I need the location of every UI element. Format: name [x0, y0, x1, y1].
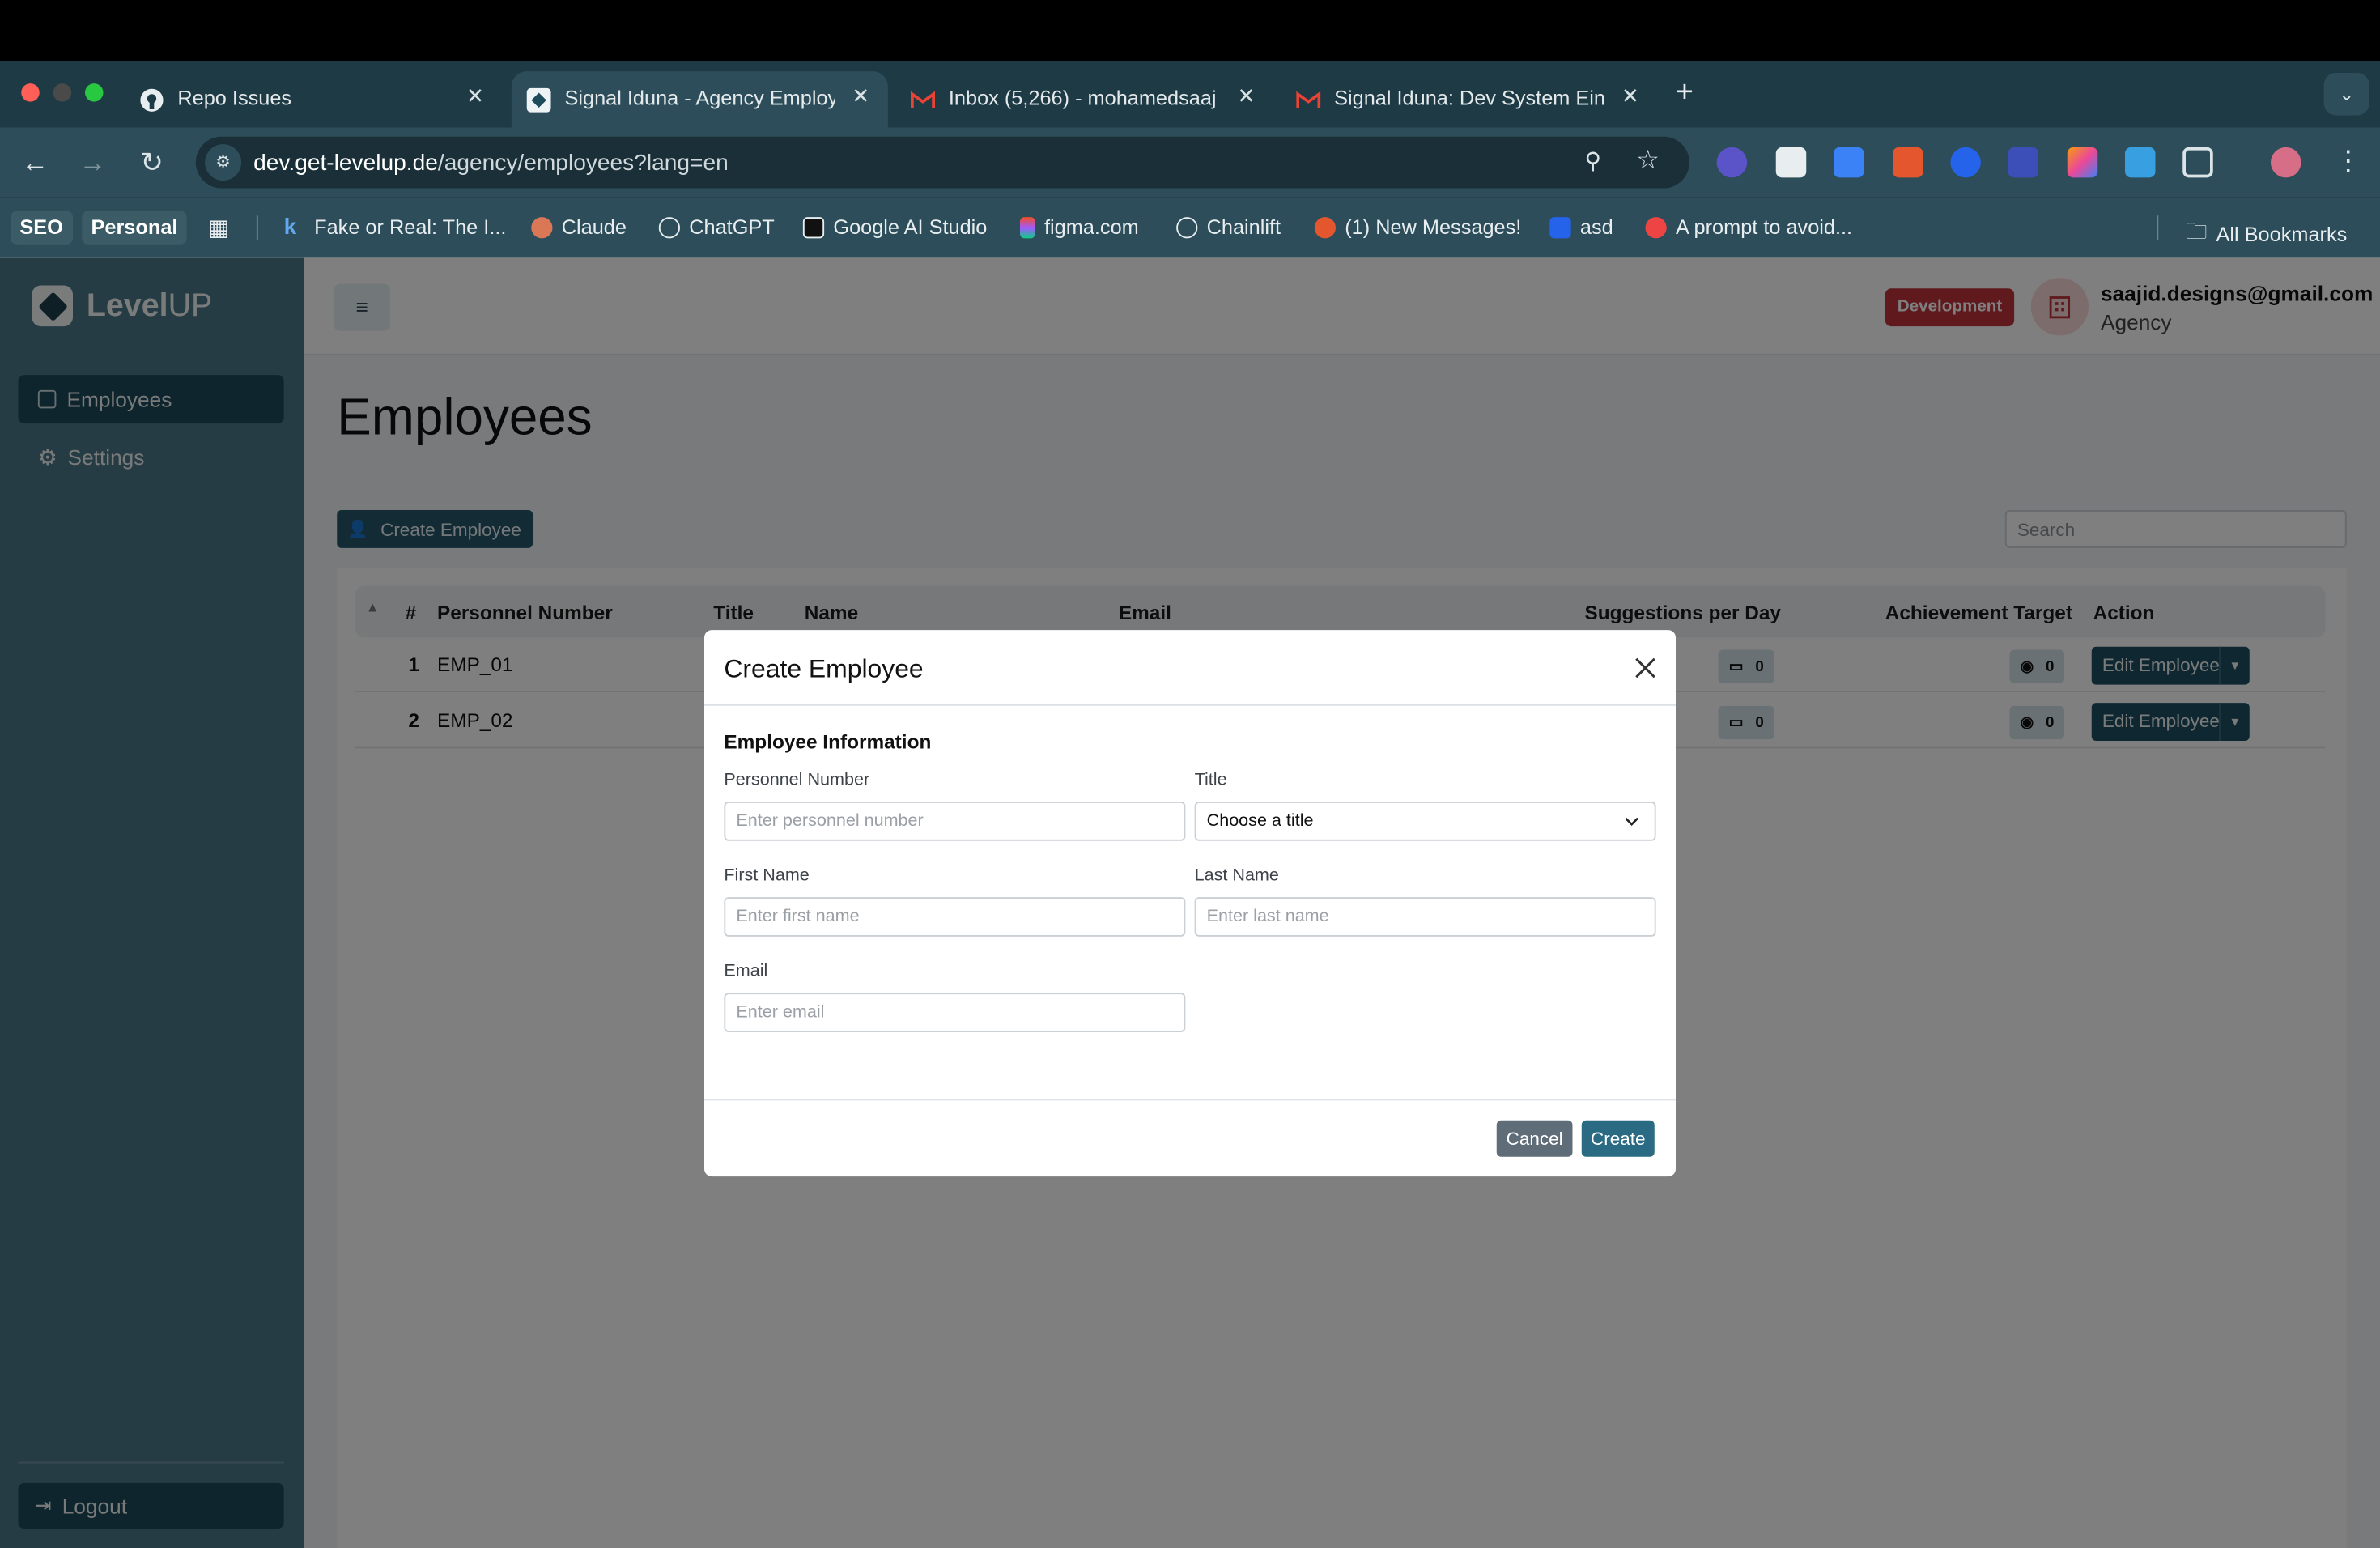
last-name-label: Last Name — [1194, 866, 1279, 886]
claude-icon — [531, 216, 553, 238]
url-text: dev.get-levelup.de/agency/employees?lang… — [253, 150, 729, 176]
profile-avatar-icon[interactable] — [2271, 147, 2301, 178]
bookmark-chainlift[interactable]: Chainlift — [1176, 215, 1281, 238]
first-name-label: First Name — [724, 866, 810, 886]
chatgpt-icon — [658, 216, 680, 238]
section-heading: Employee Information — [724, 729, 932, 753]
bookmark-star-icon[interactable]: ☆ — [1636, 146, 1660, 176]
folder-icon: 🗀 — [2186, 219, 2208, 243]
extension-fd-icon[interactable] — [2008, 147, 2039, 178]
tab-search-icon[interactable]: ⌄ — [2323, 73, 2369, 116]
bookmark-google-ai-studio[interactable]: Google AI Studio — [802, 215, 987, 238]
zoom-icon[interactable]: ⚲ — [1585, 147, 1602, 175]
divider — [256, 215, 258, 240]
browser-tab-repo-issues[interactable]: Repo Issues ✕ — [125, 71, 501, 127]
modal-footer: Cancel Create — [704, 1099, 1676, 1177]
browser-tab-gmail-inbox[interactable]: Inbox (5,266) - mohamedsaaj ✕ — [895, 71, 1272, 127]
extensions-puzzle-icon[interactable] — [2182, 147, 2213, 178]
extension-g-icon[interactable] — [2125, 147, 2156, 178]
back-icon[interactable]: ← — [17, 144, 53, 181]
new-tab-icon[interactable]: + — [1676, 76, 1694, 111]
minimize-window-icon[interactable] — [53, 83, 72, 102]
bookmark-chip-seo[interactable]: SEO — [11, 211, 73, 245]
levelup-favicon-icon — [1549, 216, 1571, 238]
messages-icon — [1314, 216, 1336, 238]
modal-header: Create Employee — [704, 630, 1676, 706]
email-input[interactable]: Enter email — [724, 993, 1186, 1032]
browser-tab-strip: Repo Issues ✕ Signal Iduna - Agency Empl… — [0, 61, 2380, 128]
title-select[interactable]: Choose a title — [1194, 802, 1656, 841]
close-tab-icon[interactable]: ✕ — [848, 83, 873, 111]
reddit-icon — [1645, 216, 1667, 238]
tab-title: Inbox (5,266) - mohamedsaaj — [948, 86, 1217, 109]
first-name-input[interactable]: Enter first name — [724, 897, 1186, 937]
browser-tab-signal-iduna-agency[interactable]: Signal Iduna - Agency Employ ✕ — [511, 71, 888, 128]
close-tab-icon[interactable]: ✕ — [1618, 83, 1643, 111]
title-label: Title — [1194, 771, 1227, 790]
close-window-icon[interactable] — [21, 83, 40, 102]
divider — [2157, 215, 2159, 240]
create-button[interactable]: Create — [1581, 1120, 1655, 1157]
bookmark-new-messages[interactable]: (1) New Messages! — [1314, 215, 1521, 238]
gmail-icon — [1296, 88, 1321, 113]
bookmarks-bar: SEO Personal ▦ k Fake or Real: The I... C… — [0, 197, 2380, 258]
address-bar[interactable]: ⚙ dev.get-levelup.de/agency/employees?la… — [195, 136, 1689, 189]
tab-title: Signal Iduna - Agency Employ — [564, 86, 835, 109]
browser-menu-icon[interactable]: ⋮ — [2335, 146, 2362, 177]
bookmark-fake-or-real[interactable]: k Fake or Real: The I... — [284, 215, 507, 238]
translate-extension-icon[interactable] — [1834, 147, 1864, 178]
close-icon[interactable] — [1630, 653, 1661, 683]
ai-studio-icon — [802, 216, 825, 238]
extension-window-icon[interactable] — [1775, 147, 1807, 178]
browser-toolbar: ← → ↻ ⚙ dev.get-levelup.de/agency/employ… — [0, 127, 2380, 198]
chainlift-icon — [1176, 216, 1198, 238]
figma-icon — [1020, 216, 1035, 238]
screen: Repo Issues ✕ Signal Iduna - Agency Empl… — [0, 0, 2380, 1548]
bookmark-asd[interactable]: asd — [1549, 215, 1613, 238]
modal-title: Create Employee — [724, 654, 924, 683]
maximize-window-icon[interactable] — [85, 83, 104, 102]
extension-tag-icon[interactable] — [1950, 147, 1981, 178]
site-info-icon[interactable]: ⚙ — [205, 144, 242, 181]
last-name-input[interactable]: Enter last name — [1194, 897, 1656, 937]
personnel-number-label: Personnel Number — [724, 771, 870, 790]
extension-x-icon[interactable] — [1893, 147, 1923, 178]
apps-grid-icon[interactable]: ▦ — [208, 214, 230, 241]
tab-title: Signal Iduna: Dev System Ein — [1334, 86, 1604, 109]
browser-tab-gmail-dev-system[interactable]: Signal Iduna: Dev System Ein ✕ — [1281, 71, 1658, 127]
cancel-button[interactable]: Cancel — [1496, 1120, 1573, 1157]
menu-bar-area — [0, 0, 2380, 61]
levelup-favicon-icon — [526, 87, 551, 113]
extension-color-icon[interactable] — [2067, 147, 2098, 178]
close-tab-icon[interactable]: ✕ — [463, 83, 487, 111]
github-icon — [140, 88, 164, 113]
chevron-down-icon — [1624, 814, 1639, 833]
extension-shield-icon[interactable] — [1716, 147, 1748, 178]
close-tab-icon[interactable]: ✕ — [1234, 83, 1258, 111]
email-label: Email — [724, 962, 768, 981]
gmail-icon — [911, 88, 935, 113]
create-employee-modal: Create Employee Employee Information Per… — [704, 630, 1676, 1177]
bookmark-claude[interactable]: Claude — [531, 215, 627, 238]
personnel-number-input[interactable]: Enter personnel number — [724, 802, 1186, 841]
k-icon: k — [283, 213, 297, 240]
all-bookmarks[interactable]: 🗀 All Bookmarks — [2186, 215, 2347, 252]
bookmark-chip-personal[interactable]: Personal — [82, 211, 187, 245]
forward-icon[interactable]: → — [74, 144, 111, 181]
reload-icon[interactable]: ↻ — [134, 144, 170, 181]
bookmark-chatgpt[interactable]: ChatGPT — [658, 215, 775, 238]
bookmark-figma[interactable]: figma.com — [1020, 215, 1139, 238]
bookmark-prompt[interactable]: A prompt to avoid... — [1645, 215, 1852, 238]
tab-title: Repo Issues — [177, 86, 292, 109]
